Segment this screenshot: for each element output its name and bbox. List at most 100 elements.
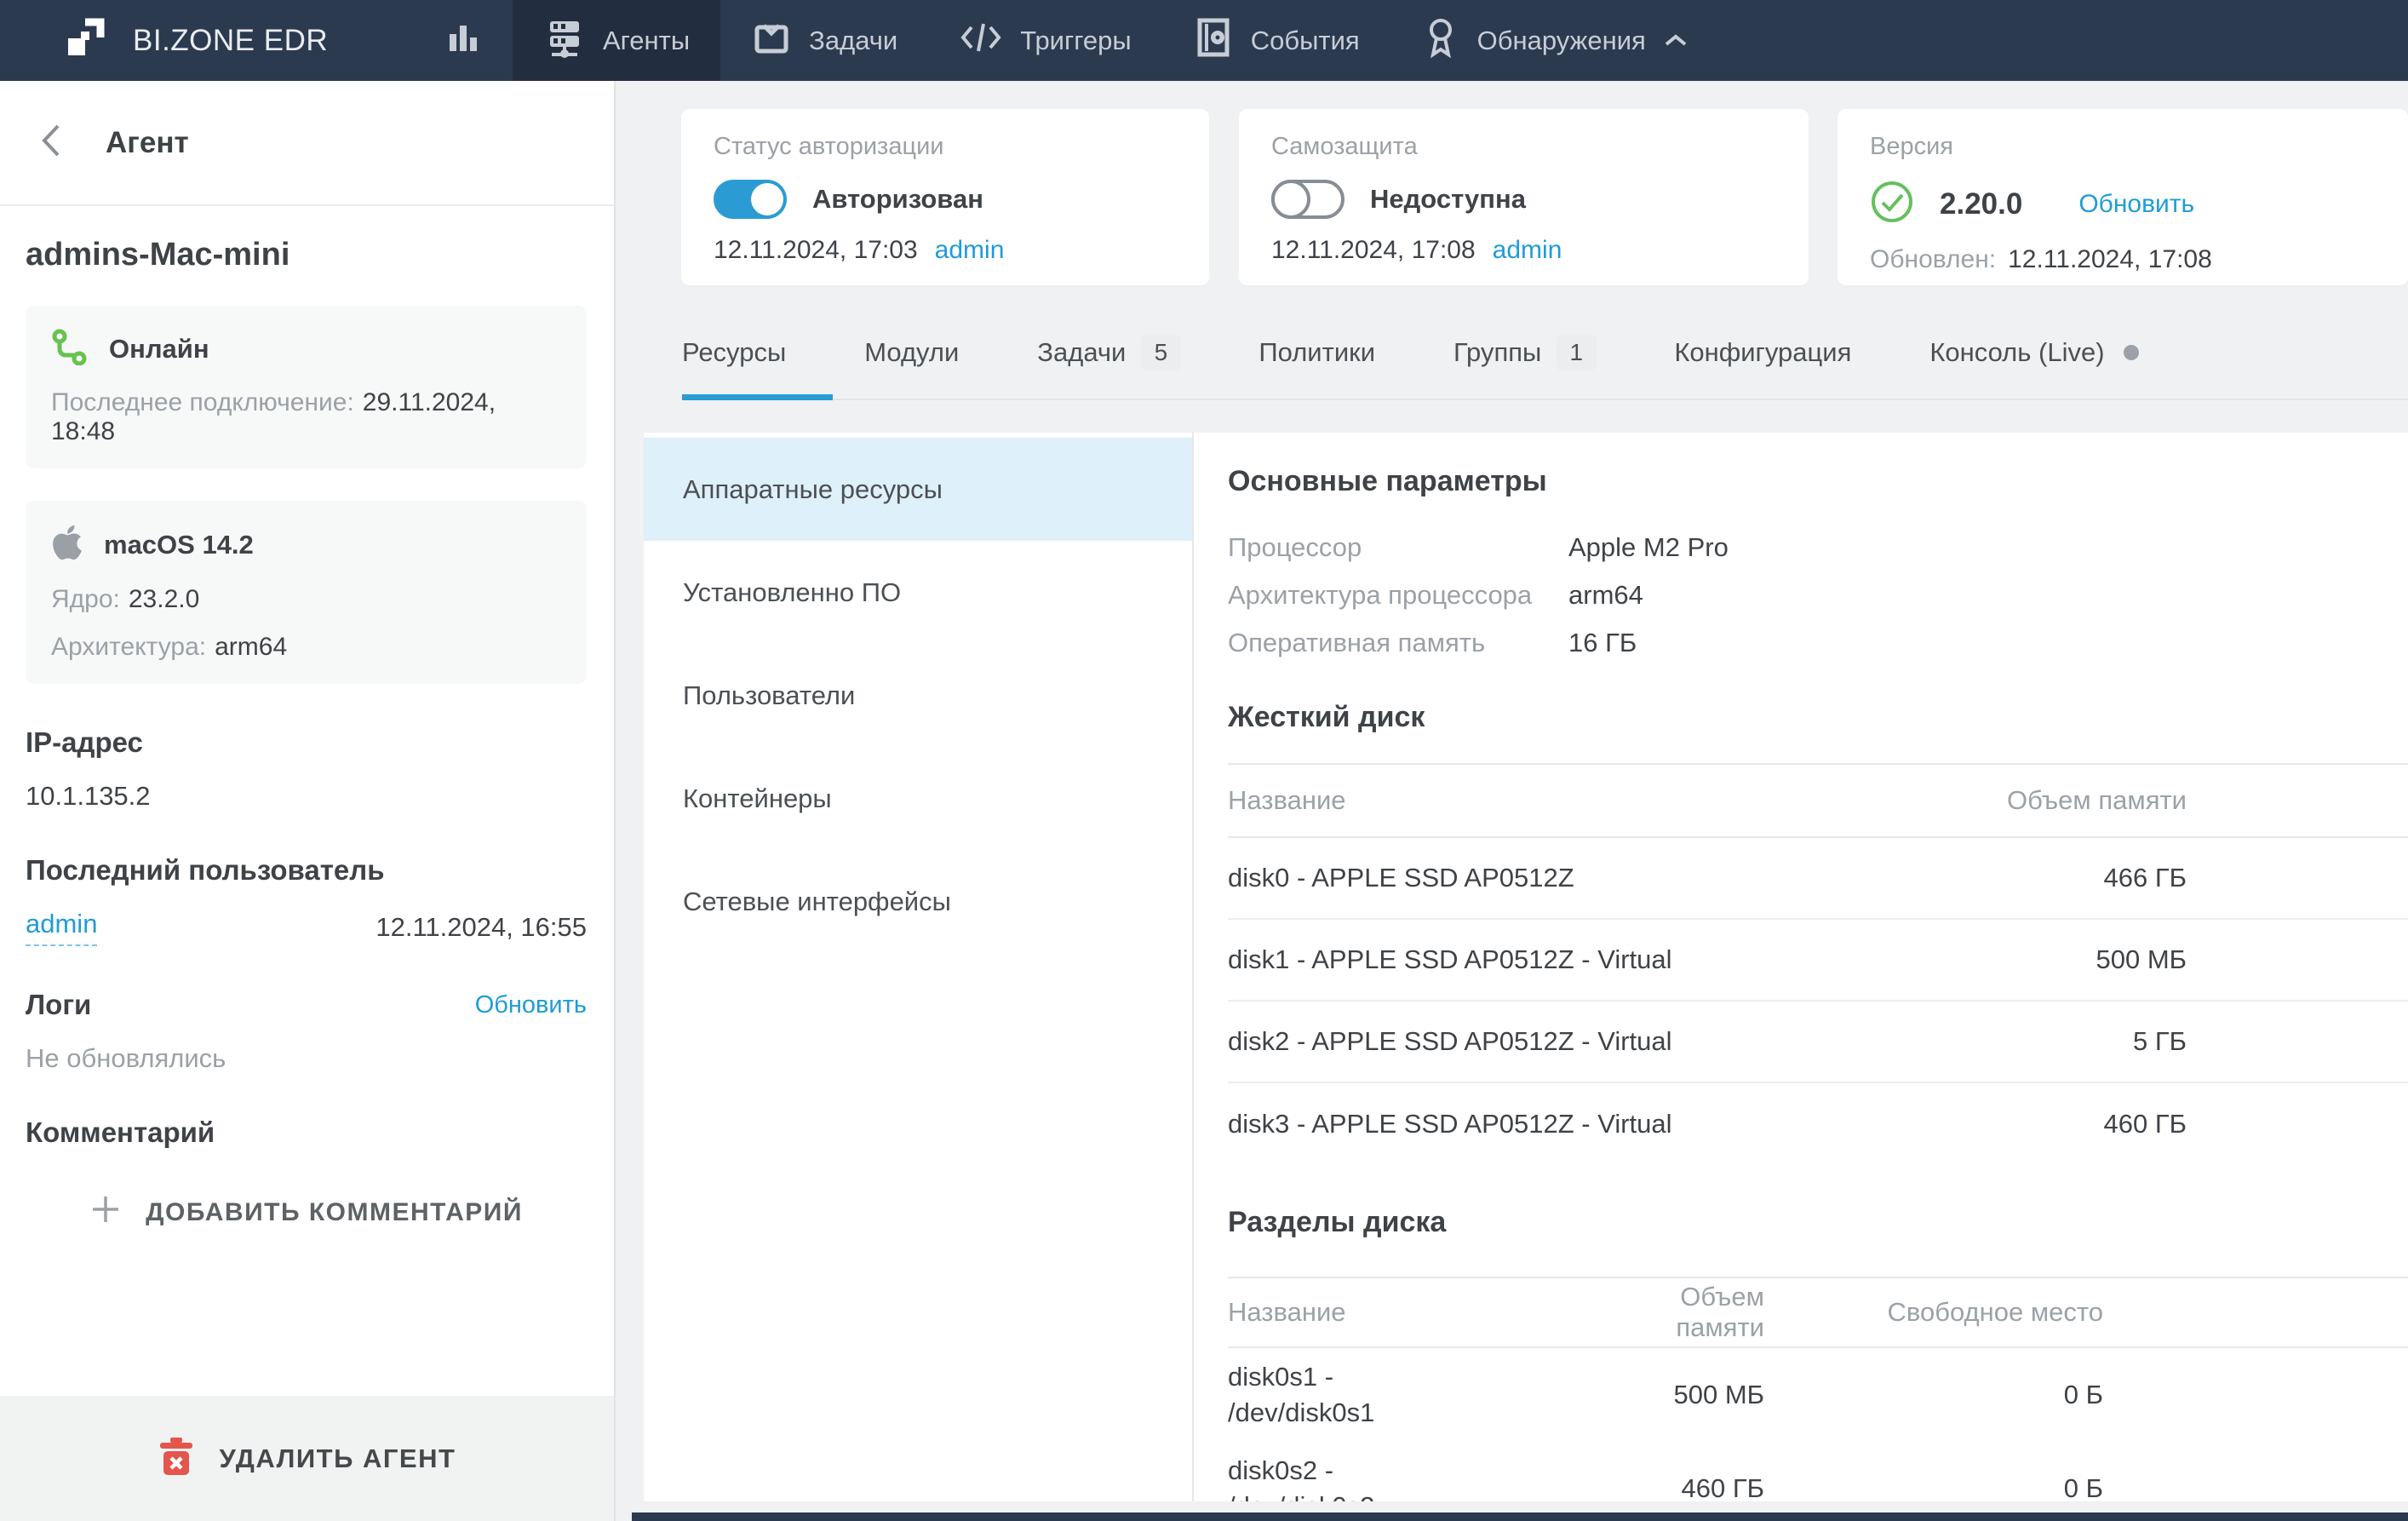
- brand-title: BI.ZONE EDR: [133, 24, 328, 58]
- tab-label: Группы: [1453, 337, 1541, 368]
- logs-status: Не обновлялись: [26, 1043, 587, 1074]
- tab-label: Модули: [864, 337, 959, 368]
- nav-item-label: Обнаружения: [1477, 26, 1646, 56]
- submenu-item-users[interactable]: Пользователи: [644, 644, 1192, 747]
- version-card: Версия 2.20.0 Обновить Обновлен: 12.11.2…: [1838, 109, 2408, 285]
- ip-address-value: 10.1.135.2: [26, 781, 587, 812]
- tasks-count-badge: 5: [1141, 335, 1180, 370]
- tab-policies[interactable]: Политики: [1258, 307, 1375, 399]
- nav-item-agents[interactable]: Агенты: [513, 0, 720, 81]
- medal-icon: [1421, 15, 1460, 66]
- os-card: macOS 14.2 Ядро:23.2.0 Архитектура:arm64: [26, 501, 587, 684]
- hardware-content: Основные параметры Процессор Apple M2 Pr…: [1194, 433, 2408, 1501]
- tab-label: Конфигурация: [1674, 337, 1851, 368]
- online-connection-icon: [51, 328, 89, 370]
- self-protection-date: 12.11.2024, 17:08: [1271, 236, 1476, 265]
- nav-item-label: Агенты: [603, 26, 690, 56]
- disk-size: 5 ГБ: [1994, 1026, 2187, 1057]
- partition-size: 500 МБ: [1620, 1380, 1764, 1410]
- active-tab-underline: [682, 394, 833, 400]
- arch-label: Архитектура:: [51, 633, 206, 661]
- col-header-name: Название: [1228, 785, 1994, 816]
- main-params-title: Основные параметры: [1228, 465, 2408, 498]
- nav-item-detections[interactable]: Обнаружения: [1390, 0, 1719, 81]
- self-protection-card: Самозащита Недоступна 12.11.2024, 17:08 …: [1239, 109, 1809, 285]
- tab-modules[interactable]: Модули: [864, 307, 959, 399]
- auth-status-card: Статус авторизации Авторизован 12.11.202…: [681, 109, 1209, 285]
- arch-value: arm64: [215, 633, 287, 661]
- disk-size: 460 ГБ: [1994, 1109, 2187, 1139]
- logs-label: Логи: [26, 989, 91, 1021]
- auth-user-link[interactable]: admin: [935, 236, 1005, 265]
- nav-item-label: События: [1251, 26, 1360, 56]
- self-protection-toggle[interactable]: [1271, 180, 1344, 219]
- events-log-icon: [1193, 16, 1234, 66]
- tab-label: Политики: [1258, 337, 1375, 368]
- col-header-free: Свободное место: [1764, 1297, 2103, 1328]
- param-row: Архитектура процессора arm64: [1228, 571, 2408, 619]
- plus-icon: [89, 1193, 122, 1232]
- ip-address-label: IP-адрес: [26, 726, 587, 759]
- main-params-list: Процессор Apple M2 Pro Архитектура проце…: [1228, 524, 2408, 667]
- auth-toggle[interactable]: [714, 180, 787, 219]
- tasks-bag-icon: [751, 17, 792, 65]
- submenu-item-hardware[interactable]: Аппаратные ресурсы: [644, 438, 1192, 541]
- table-row: disk1 - APPLE SSD AP0512Z - Virtual 500 …: [1228, 920, 2408, 1002]
- delete-trash-icon: [158, 1438, 194, 1479]
- chevron-up-icon: [1663, 26, 1688, 56]
- delete-agent-label: УДАЛИТЬ АГЕНТ: [220, 1444, 456, 1474]
- top-navbar: BI.ZONE EDR: [0, 0, 2408, 81]
- hdd-table-header: Название Объем памяти: [1228, 763, 2408, 838]
- agents-server-icon: [543, 16, 586, 66]
- submenu-item-containers[interactable]: Контейнеры: [644, 747, 1192, 850]
- auth-date: 12.11.2024, 17:03: [714, 236, 918, 265]
- nav-item-triggers[interactable]: Триггеры: [928, 0, 1161, 81]
- delete-agent-button[interactable]: УДАЛИТЬ АГЕНТ: [0, 1396, 614, 1521]
- nav-item-tasks[interactable]: Задачи: [720, 0, 928, 81]
- submenu-item-network[interactable]: Сетевые интерфейсы: [644, 850, 1192, 953]
- last-connection-label: Последнее подключение:: [51, 388, 354, 416]
- version-number: 2.20.0: [1940, 187, 2022, 221]
- bizone-logo-icon: [61, 15, 107, 66]
- back-button[interactable]: [39, 123, 61, 163]
- tab-resources[interactable]: Ресурсы: [682, 307, 786, 399]
- status-card: Онлайн Последнее подключение:29.11.2024,…: [26, 306, 587, 468]
- nav-item-dashboard[interactable]: [414, 0, 513, 81]
- table-row: disk3 - APPLE SSD AP0512Z - Virtual 460 …: [1228, 1083, 2408, 1165]
- groups-count-badge: 1: [1557, 335, 1596, 370]
- self-protection-state: Недоступна: [1370, 184, 1526, 215]
- nav-item-events[interactable]: События: [1162, 0, 1390, 81]
- submenu-item-software[interactable]: Установленно ПО: [644, 541, 1192, 644]
- code-icon: [959, 17, 1003, 65]
- version-card-title: Версия: [1870, 133, 2376, 161]
- version-update-link[interactable]: Обновить: [2078, 190, 2194, 219]
- param-label: Процессор: [1228, 532, 1568, 563]
- agent-status: Онлайн: [109, 334, 209, 364]
- main-area: Статус авторизации Авторизован 12.11.202…: [617, 81, 2408, 1521]
- disk-name: disk0 - APPLE SSD AP0512Z: [1228, 863, 1994, 893]
- param-value: Apple M2 Pro: [1568, 532, 1729, 563]
- sidebar-header: Агент: [0, 81, 614, 206]
- self-protection-user-link[interactable]: admin: [1493, 236, 1562, 265]
- tab-groups[interactable]: Группы 1: [1453, 307, 1596, 399]
- param-value: 16 ГБ: [1568, 628, 1637, 658]
- add-comment-button[interactable]: ДОБАВИТЬ КОММЕНТАРИЙ: [26, 1193, 587, 1232]
- logs-refresh-link[interactable]: Обновить: [475, 991, 587, 1019]
- os-name: macOS 14.2: [104, 530, 254, 560]
- partitions-table: Название Объем памяти Свободное место di…: [1228, 1277, 2408, 1501]
- disk-size: 500 МБ: [1994, 944, 2187, 975]
- param-label: Архитектура процессора: [1228, 580, 1568, 611]
- bar-chart-icon: [444, 17, 482, 65]
- tab-label: Консоль (Live): [1929, 337, 2104, 368]
- agent-sidebar: Агент admins-Mac-mini Онлайн Последнее п…: [0, 81, 616, 1521]
- nav-item-label: Задачи: [809, 26, 897, 56]
- partition-name-line1: disk0s2 -: [1228, 1453, 1620, 1489]
- col-header-size: Объем памяти: [1620, 1282, 1764, 1343]
- tab-console-live[interactable]: Консоль (Live): [1929, 307, 2138, 399]
- tab-tasks[interactable]: Задачи 5: [1037, 307, 1180, 399]
- disk-name: disk1 - APPLE SSD AP0512Z - Virtual: [1228, 944, 1994, 975]
- partitions-table-header: Название Объем памяти Свободное место: [1228, 1277, 2408, 1348]
- last-user-link[interactable]: admin: [26, 909, 97, 946]
- tab-configuration[interactable]: Конфигурация: [1674, 307, 1851, 399]
- last-user-time: 12.11.2024, 16:55: [376, 912, 587, 943]
